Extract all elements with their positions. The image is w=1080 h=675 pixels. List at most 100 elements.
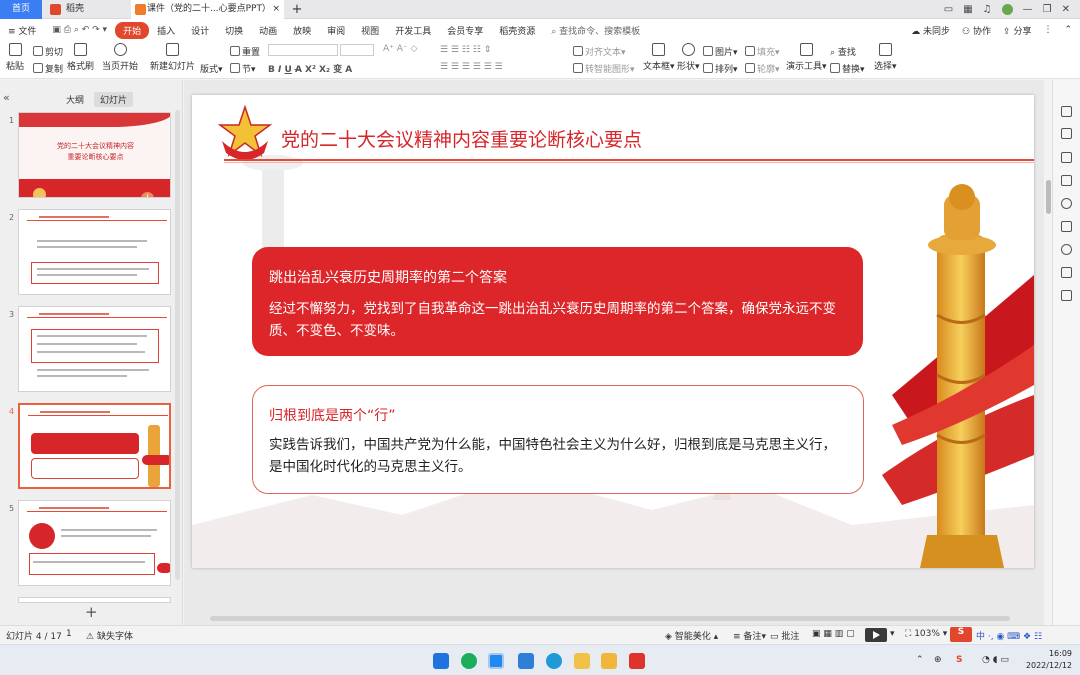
property-icon[interactable] [1061, 106, 1072, 117]
notes-button[interactable]: ≡ 备注▾ [733, 629, 766, 642]
image-tool-icon[interactable] [1061, 267, 1072, 278]
slide-thumbnail-4[interactable] [18, 403, 171, 489]
layer-icon[interactable] [1061, 221, 1072, 232]
menu-view[interactable]: 视图 [353, 24, 387, 37]
minimize-icon[interactable]: — [1023, 4, 1033, 15]
menu-developer[interactable]: 开发工具 [387, 24, 439, 37]
menu-design[interactable]: 设计 [183, 24, 217, 37]
folder-icon[interactable] [601, 653, 617, 669]
layout-button[interactable]: 版式▾ [200, 62, 223, 75]
thumb-add-icon[interactable]: + [141, 192, 154, 197]
file-explorer-icon[interactable] [574, 653, 590, 669]
horizontal-scrollbar[interactable] [210, 616, 1010, 621]
paragraph-buttons[interactable]: ☰ ☰ ☷ ☷ ⇕ [440, 45, 491, 55]
apps-icon[interactable]: ▦ [963, 4, 972, 15]
font-grow-shrink[interactable]: A⁺ A⁻ ◇ [383, 44, 417, 54]
tab-home[interactable]: 首页 [0, 0, 42, 19]
font-size-select[interactable] [340, 44, 374, 56]
slide-thumbnail-1[interactable]: 党的二十大会议精神内容 重要论断核心要点 + [18, 112, 171, 198]
add-slide-icon[interactable]: + [85, 603, 98, 621]
slide-title[interactable]: 党的二十大会议精神内容重要论断核心要点 [281, 125, 642, 152]
menu-insert[interactable]: 插入 [149, 24, 183, 37]
vertical-scrollbar[interactable] [1046, 180, 1051, 214]
cube-icon[interactable] [1061, 290, 1072, 301]
collapse-panel-icon[interactable]: « [3, 91, 10, 104]
edge-browser-icon[interactable] [546, 653, 562, 669]
format-painter-button[interactable]: 格式刷 [67, 43, 94, 72]
start-icon[interactable] [433, 653, 449, 669]
tab-docer[interactable]: 稻壳 [46, 0, 126, 19]
menu-review[interactable]: 审阅 [319, 24, 353, 37]
copy-button[interactable]: 复制 [33, 62, 63, 75]
bell-icon[interactable]: ♫ [983, 4, 992, 15]
quick-access-icons[interactable]: ▣ ⎙ ⌕ ↶ ↷ ▾ [44, 25, 115, 35]
help-icon[interactable] [1061, 198, 1072, 209]
comments-button[interactable]: ▭ 批注 [770, 629, 799, 642]
play-from-current-button[interactable]: 当页开始 [102, 43, 138, 72]
cut-button[interactable]: 剪切 [33, 45, 63, 58]
to-smartart-button[interactable]: 转智能图形▾ [573, 62, 635, 75]
current-slide[interactable]: 党的二十大会议精神内容重要论断核心要点 跳出治乱兴衰历史周期率的第二个答案 经过… [192, 95, 1034, 568]
view-mode-buttons[interactable]: ▣ ▦ ▥ ▢ [812, 629, 855, 639]
menu-member[interactable]: 会员专享 [439, 24, 491, 37]
clock[interactable]: 16:09 2022/12/12 [1026, 648, 1072, 672]
ime-logo-icon[interactable]: S [950, 627, 972, 642]
share-button[interactable]: ⇪ 分享 [1003, 24, 1031, 37]
slide-thumbnail-2[interactable] [18, 209, 171, 295]
font-style-buttons[interactable]: B I U A̶ X² X₂ 变 A [268, 62, 352, 75]
layout-icon[interactable]: ▭ [944, 4, 953, 15]
smart-beautify-button[interactable]: ◈ 智能美化 ▴ [665, 629, 718, 642]
menu-file[interactable]: ≡ 文件 [0, 24, 44, 37]
close-tab-icon[interactable]: × [272, 0, 280, 19]
two-works-card[interactable]: 归根到底是两个“行” 实践告诉我们，中国共产党为什么能，中国特色社会主义为什么好… [252, 385, 864, 494]
menu-animation[interactable]: 动画 [251, 24, 285, 37]
slide-thumbnail-5[interactable] [18, 500, 171, 586]
feishu-icon[interactable] [488, 653, 504, 669]
restore-icon[interactable]: ❐ [1043, 4, 1052, 15]
wps-icon[interactable] [629, 653, 645, 669]
command-search[interactable]: ⌕ 查找命令、搜索模板 [543, 24, 648, 37]
tray-expand-icon[interactable]: ⌃ [916, 655, 924, 665]
zoom-control[interactable]: ⛶ 103% ▾ [905, 629, 947, 639]
menu-transition[interactable]: 切换 [217, 24, 251, 37]
tray-input-icon[interactable]: ⊕ [934, 655, 942, 665]
tab-document[interactable]: 课件（党的二十...心要点PPT） × [131, 0, 284, 19]
animation-pane-icon[interactable] [1061, 152, 1072, 163]
textbox-button[interactable]: 文本框▾ [643, 43, 675, 72]
play-options-icon[interactable]: ▾ [890, 629, 895, 639]
menu-docer-resources[interactable]: 稻壳资源 [491, 24, 543, 37]
picture-button[interactable]: 图片▾ [703, 45, 738, 58]
select-button[interactable]: 选择▾ [874, 43, 897, 72]
slide-thumbnail-3[interactable] [18, 306, 171, 392]
fill-button[interactable]: 填充▾ [745, 45, 780, 58]
section-button[interactable]: 节▾ [230, 62, 256, 75]
shape-button[interactable]: 形状▾ [677, 43, 700, 72]
arrange-button[interactable]: 排列▾ [703, 62, 738, 75]
missing-font-button[interactable]: ⚠ 缺失字体 [86, 629, 133, 642]
tab-outline[interactable]: 大纲 [60, 92, 90, 107]
more-icon[interactable]: ⋮ [1043, 25, 1052, 35]
collapse-ribbon-icon[interactable]: ⌃ [1064, 25, 1072, 35]
align-buttons[interactable]: ☰ ☰ ☰ ☰ ☰ ☰ [440, 62, 503, 72]
outline-button[interactable]: 轮廓▾ [745, 62, 780, 75]
replace-button[interactable]: 替换▾ [830, 62, 865, 75]
avatar[interactable] [1001, 4, 1013, 15]
align-text-button[interactable]: 对齐文本▾ [573, 45, 626, 58]
add-tab-icon[interactable]: + [290, 0, 304, 19]
format-icon[interactable] [1061, 175, 1072, 186]
tray-network-volume-battery-icons[interactable]: ◔ ◖ ▭ [982, 655, 1009, 665]
font-family-select[interactable] [268, 44, 338, 56]
ime-toolbar-icons[interactable]: 中 ·, ◉ ⌨ ❖ ☷ [976, 629, 1042, 642]
slideshow-play-button[interactable] [865, 628, 887, 642]
location-icon[interactable] [1061, 244, 1072, 255]
answer-card[interactable]: 跳出治乱兴衰历史周期率的第二个答案 经过不懈努力，党找到了自我革命这一跳出治乱兴… [252, 247, 863, 356]
find-button[interactable]: ⌕ 查找 [830, 45, 856, 58]
panel-scrollbar[interactable] [175, 110, 180, 580]
new-slide-button[interactable]: 新建幻灯片 [150, 43, 195, 72]
adjust-icon[interactable] [1061, 128, 1072, 139]
menu-slideshow[interactable]: 放映 [285, 24, 319, 37]
tray-sogou-icon[interactable]: S [956, 655, 962, 665]
menu-home[interactable]: 开始 [115, 21, 150, 39]
presentation-tools-button[interactable]: 演示工具▾ [786, 43, 827, 72]
tab-slides[interactable]: 幻灯片 [94, 92, 134, 107]
